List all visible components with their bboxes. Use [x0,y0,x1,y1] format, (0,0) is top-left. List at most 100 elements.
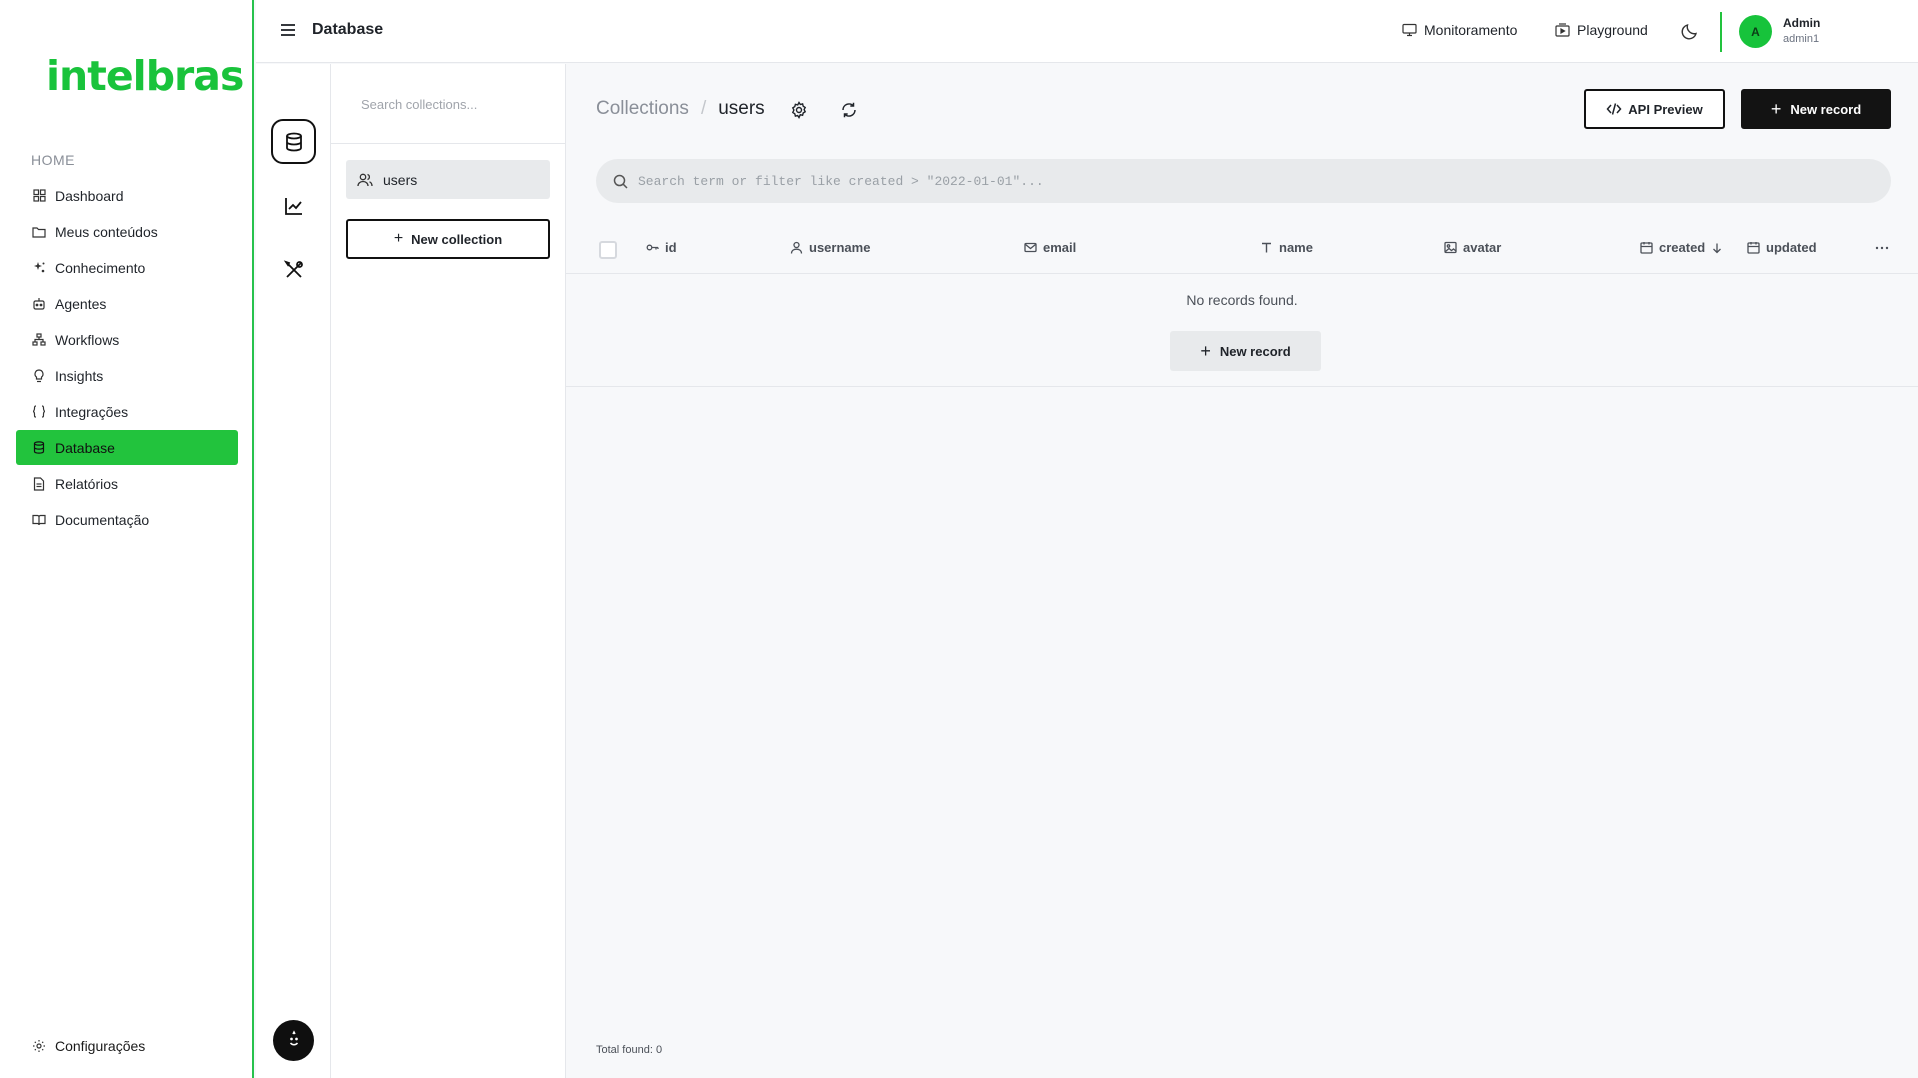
image-icon [1444,241,1457,254]
moon-icon [1681,24,1697,40]
playground-icon [1555,22,1570,38]
collections-search-input[interactable] [331,64,565,144]
table-header: id username email name avatar created up… [566,224,1918,274]
column-header-avatar[interactable]: avatar [1444,240,1501,255]
user-name: Admin [1783,16,1821,30]
nav-section-header: HOME [31,152,75,168]
breadcrumb: Collections / users [596,98,765,120]
column-header-email[interactable]: email [1024,240,1076,255]
playground-link[interactable]: Playground [1555,22,1648,38]
sidebar-item-workflows[interactable]: Workflows [16,322,238,357]
rail-logs-button[interactable] [271,183,316,228]
code-icon [1606,101,1622,117]
rail-settings-button[interactable] [271,247,316,292]
total-found: Total found: 0 [596,1044,663,1056]
brand-logo[interactable]: intelbras [46,52,244,100]
search-icon [613,174,628,189]
database-icon [32,441,46,455]
database-icon [285,132,302,151]
rail-collections-button[interactable] [271,119,316,164]
workflow-icon [32,333,46,347]
avatar[interactable]: A [1739,15,1772,48]
breadcrumb-current: users [718,98,765,119]
top-header: Database Monitoramento Playground A Admi… [256,0,1918,63]
refresh-button[interactable] [840,101,858,119]
plus-icon: + [1200,340,1211,361]
sidebar-item-label: Configurações [55,1037,146,1054]
users-icon [357,172,373,188]
chat-assistant-button[interactable] [273,1020,314,1061]
smiley-icon [289,1029,298,1045]
column-header-username[interactable]: username [790,240,870,255]
key-icon [646,241,659,254]
breadcrumb-separator: / [700,98,707,119]
collection-settings-button[interactable] [790,101,808,119]
new-record-button[interactable]: + New record [1741,89,1891,129]
header-divider [1720,12,1722,52]
column-header-id[interactable]: id [646,240,677,255]
sparkle-icon [32,261,46,275]
user-login: admin1 [1783,33,1820,45]
folder-icon [32,225,46,239]
robot-icon [32,297,46,311]
sidebar-item-meus-conteudos[interactable]: Meus conteúdos [16,214,238,249]
book-icon [32,513,46,527]
hamburger-icon [281,24,295,36]
icon-rail [256,64,331,1078]
sidebar-item-agentes[interactable]: Agentes [16,286,238,321]
sidebar-item-insights[interactable]: Insights [16,358,238,393]
columns-menu-button[interactable] [1872,238,1892,258]
empty-state-text: No records found. [1186,292,1298,308]
sidebar-item-conhecimento[interactable]: Conhecimento [16,250,238,285]
column-header-updated[interactable]: updated [1747,240,1817,255]
text-icon [1260,241,1273,254]
sidebar-item-label: Conhecimento [55,259,146,276]
sidebar-item-label: Integrações [55,403,129,420]
total-found-count: 0 [655,1044,663,1056]
sidebar-item-label: Insights [55,367,104,384]
plus-icon: + [393,230,404,247]
column-header-created[interactable]: created [1640,240,1723,255]
chart-line-icon [284,197,302,215]
sidebar-item-relatorios[interactable]: Relatórios [16,466,238,501]
collection-item-users[interactable]: users [346,160,550,199]
refresh-icon [842,102,856,118]
sort-arrow-down-icon [1711,242,1723,254]
more-horizontal-icon [1875,246,1889,250]
column-header-name[interactable]: name [1260,240,1313,255]
menu-toggle-button[interactable] [278,20,298,40]
sidebar-item-dashboard[interactable]: Dashboard [16,178,238,213]
sidebar-item-label: Documentação [55,511,150,528]
gear-icon [791,101,807,119]
empty-new-record-button[interactable]: + New record [1170,331,1321,371]
calendar-icon [1640,241,1653,254]
sidebar-item-integracoes[interactable]: Integrações [16,394,238,429]
sidebar-item-database[interactable]: Database [16,430,238,465]
theme-toggle-button[interactable] [1680,21,1700,41]
api-preview-button[interactable]: API Preview [1584,89,1725,129]
sidebar-item-label: Meus conteúdos [55,223,158,240]
lightbulb-icon [32,368,46,383]
tools-icon [283,259,303,278]
divider [331,143,565,144]
main-content: Collections / users API Preview + New re… [566,64,1918,1078]
monitor-icon [1402,23,1417,38]
breadcrumb-collections[interactable]: Collections [596,98,689,120]
sidebar: intelbras HOME Dashboard Meus conteúdos … [0,0,254,1078]
sidebar-item-label: Dashboard [55,187,124,204]
select-all-checkbox[interactable] [599,241,617,259]
record-search-bar[interactable] [596,159,1891,203]
sidebar-item-documentacao[interactable]: Documentação [16,502,238,537]
sidebar-item-label: Agentes [55,295,107,312]
record-search-input[interactable] [638,173,1838,189]
plus-icon: + [1770,98,1782,119]
monitoramento-link[interactable]: Monitoramento [1402,22,1517,38]
sidebar-item-label: Relatórios [55,475,119,492]
mail-icon [1024,241,1037,254]
collections-panel: users + New collection [331,64,566,1078]
empty-state: No records found. + New record [566,275,1918,387]
new-collection-button[interactable]: + New collection [346,219,550,259]
sidebar-item-configuracoes[interactable]: Configurações [16,1028,238,1063]
page-title: Database [312,21,384,38]
sidebar-item-label: Workflows [55,331,120,348]
